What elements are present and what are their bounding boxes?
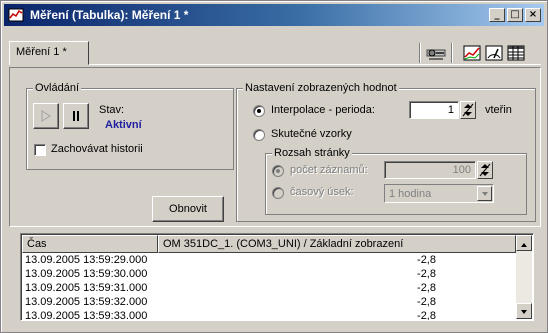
keep-history-checkbox[interactable] xyxy=(34,144,46,156)
tab-strip: Měření 1 * xyxy=(9,39,541,67)
cell-time: 13.09.2005 13:59:32.000 xyxy=(25,296,148,308)
play-button[interactable] xyxy=(33,103,59,129)
chart-view-icon[interactable] xyxy=(461,43,483,63)
chevron-down-icon[interactable] xyxy=(477,186,492,201)
cell-time: 13.09.2005 13:59:31.000 xyxy=(25,282,148,294)
time-span-label: časový úsek: xyxy=(290,186,354,198)
app-icon xyxy=(8,7,24,23)
title-bar[interactable]: Měření (Tabulka): Měření 1 * _ □ × xyxy=(4,4,544,26)
scroll-up-arrow[interactable] xyxy=(516,235,532,251)
table-row[interactable]: 13.09.2005 13:59:29.000 -2,8 xyxy=(22,254,516,268)
cell-value: -2,8 xyxy=(417,296,436,308)
time-span-value: 1 hodina xyxy=(389,188,432,200)
scroll-down-arrow[interactable] xyxy=(516,303,532,319)
interpolation-unit: vteřin xyxy=(485,104,512,116)
real-samples-label: Skutečné vzorky xyxy=(271,128,352,140)
cell-value: -2,8 xyxy=(417,282,436,294)
measurement-window: Měření (Tabulka): Měření 1 * _ □ × Měřen… xyxy=(0,0,548,333)
cell-value: -2,8 xyxy=(417,268,436,280)
cell-time: 13.09.2005 13:59:29.000 xyxy=(25,254,148,266)
display-settings-group: Nastavení zobrazených hodnot Interpolace… xyxy=(236,82,536,222)
interpolation-period-input[interactable]: 1 xyxy=(409,101,459,119)
column-header-value[interactable]: OM 351DC_1. (COM3_UNI) / Základní zobraz… xyxy=(158,235,516,253)
tab-label: Měření 1 * xyxy=(16,46,67,58)
page-range-group: Rozsah stránky počet záznamů: 100 časový… xyxy=(265,147,527,215)
record-count-radio[interactable] xyxy=(272,165,284,177)
record-count-spin-button[interactable] xyxy=(477,161,493,179)
minimize-button[interactable]: _ xyxy=(489,8,505,22)
status-value: Aktivní xyxy=(105,119,142,131)
record-count-input[interactable]: 100 xyxy=(384,161,476,179)
table-row[interactable]: 13.09.2005 13:59:32.000 -2,8 xyxy=(22,296,516,310)
pause-icon xyxy=(73,111,79,121)
refresh-button[interactable]: Obnovit xyxy=(152,196,224,222)
settings-icon[interactable] xyxy=(425,43,447,63)
controls-group: Ovládání Stav: Aktivní Zachovávat histor… xyxy=(26,82,234,170)
cell-time: 13.09.2005 13:59:30.000 xyxy=(25,268,148,280)
table-header: Čas OM 351DC_1. (COM3_UNI) / Základní zo… xyxy=(22,235,516,253)
interpolation-radio[interactable] xyxy=(253,105,265,117)
vertical-scrollbar[interactable] xyxy=(516,235,532,319)
time-span-radio[interactable] xyxy=(272,187,284,199)
toolbar-separator xyxy=(451,43,453,63)
cell-time: 13.09.2005 13:59:33.000 xyxy=(25,310,148,321)
column-header-time[interactable]: Čas xyxy=(22,235,158,253)
table-body: 13.09.2005 13:59:29.000 -2,8 13.09.2005 13… xyxy=(22,254,516,321)
toolbar-separator xyxy=(419,43,421,63)
tab-divider xyxy=(89,64,541,65)
settings-panel: Ovládání Stav: Aktivní Zachovávat histor… xyxy=(9,67,541,227)
record-count-label: počet záznamů: xyxy=(290,164,368,176)
real-samples-radio[interactable] xyxy=(253,129,265,141)
interpolation-spin-button[interactable] xyxy=(460,101,476,119)
interpolation-label: Interpolace - perioda: xyxy=(271,104,375,116)
display-settings-legend: Nastavení zobrazených hodnot xyxy=(243,82,399,94)
close-button[interactable]: × xyxy=(525,8,541,22)
controls-group-legend: Ovládání xyxy=(33,82,82,94)
page-range-legend: Rozsah stránky xyxy=(272,147,352,159)
cell-value: -2,8 xyxy=(417,254,436,266)
window-title: Měření (Tabulka): Měření 1 * xyxy=(30,8,189,22)
spin-arrows-icon xyxy=(479,163,491,177)
spin-arrows-icon xyxy=(462,103,474,117)
table-row[interactable]: 13.09.2005 13:59:31.000 -2,8 xyxy=(22,282,516,296)
gauge-view-icon[interactable] xyxy=(483,43,505,63)
tab-mereni-1[interactable]: Měření 1 * xyxy=(9,41,89,65)
time-span-select[interactable]: 1 hodina xyxy=(384,184,494,203)
table-row[interactable]: 13.09.2005 13:59:30.000 -2,8 xyxy=(22,268,516,282)
table-row[interactable]: 13.09.2005 13:59:33.000 -2,8 xyxy=(22,310,516,321)
cell-value: -2,8 xyxy=(417,310,436,321)
maximize-button[interactable]: □ xyxy=(507,8,523,22)
status-label: Stav: xyxy=(99,104,125,116)
data-table[interactable]: Čas OM 351DC_1. (COM3_UNI) / Základní zo… xyxy=(20,233,534,321)
play-icon xyxy=(41,110,51,122)
pause-button[interactable] xyxy=(63,103,89,129)
table-view-icon[interactable] xyxy=(505,43,527,63)
keep-history-label: Zachovávat historii xyxy=(51,143,143,155)
